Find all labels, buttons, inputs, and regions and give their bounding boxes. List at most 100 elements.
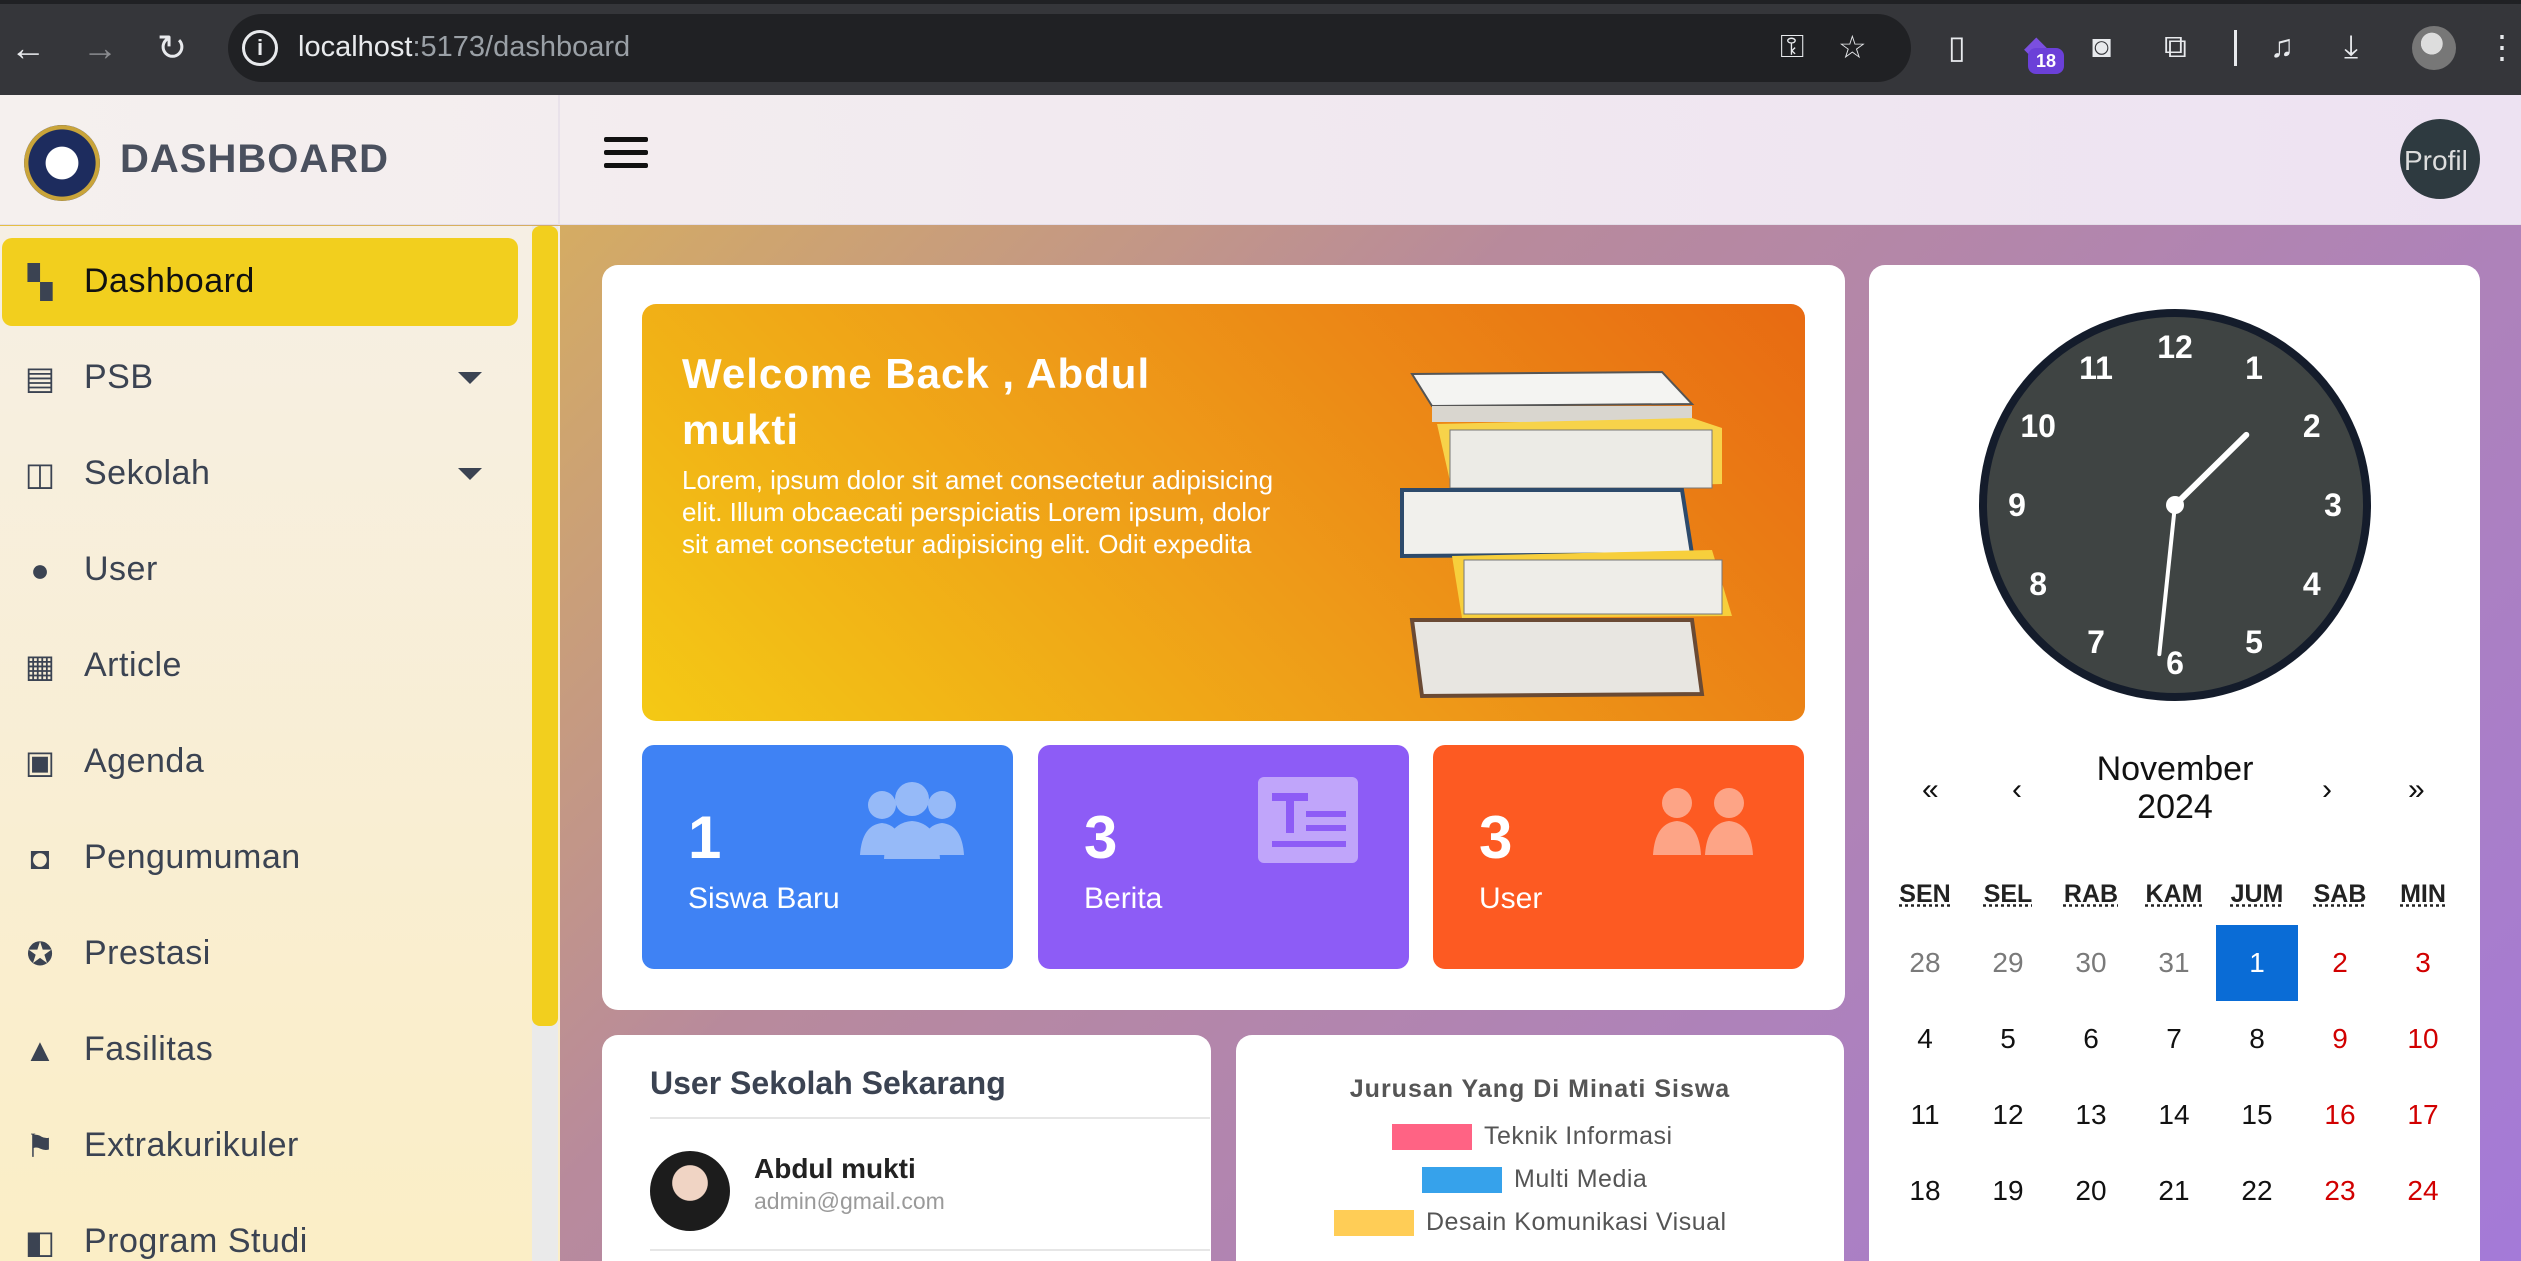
calendar-day[interactable]: 12 — [1967, 1077, 2049, 1153]
star-icon[interactable]: ☆ — [1838, 28, 1867, 66]
user-name: Abdul mukti — [754, 1153, 916, 1184]
calendar-day[interactable]: 29 — [1967, 925, 2049, 1001]
calendar-day[interactable]: 4 — [1884, 1001, 1966, 1077]
dashboard-icon: ▚ — [27, 264, 53, 300]
reload-icon[interactable]: ↻ — [150, 26, 194, 70]
calendar-day[interactable]: 2 — [2299, 925, 2381, 1001]
legend-label: Teknik Informasi — [1484, 1122, 1673, 1150]
calendar-day[interactable]: 14 — [2133, 1077, 2215, 1153]
sidebar-item-program-studi[interactable]: ◧ Program Studi — [2, 1198, 518, 1261]
book-icon: ▤ — [24, 360, 56, 396]
stat-value: 1 — [688, 804, 722, 871]
weekday-header: KAM — [2145, 880, 2203, 908]
person-icon: ● — [30, 552, 50, 588]
divider — [650, 1117, 1210, 1119]
calendar-day[interactable]: 22 — [2216, 1153, 2298, 1229]
url-text[interactable]: localhost:5173/dashboard — [298, 31, 630, 64]
calendar-day[interactable]: 8 — [2216, 1001, 2298, 1077]
stat-card-user[interactable]: 3 User — [1433, 745, 1804, 969]
stat-value: 3 — [1479, 804, 1513, 871]
key-icon[interactable]: ⚿ — [1780, 28, 1804, 66]
sidebar-item-agenda[interactable]: ▣ Agenda — [2, 718, 518, 806]
camera-icon[interactable]: ◙ — [2092, 28, 2111, 65]
sidebar-item-psb[interactable]: ▤ PSB — [2, 334, 518, 422]
legend-label: Desain Komunikasi Visual — [1426, 1208, 1727, 1236]
card-title: User Sekolah Sekarang — [650, 1065, 1006, 1101]
calendar-day[interactable]: 24 — [2382, 1153, 2464, 1229]
chart-title: Jurusan Yang Di Minati Siswa — [1349, 1075, 1731, 1103]
sidebar-item-extrakurikuler[interactable]: ⚑ Extrakurikuler — [2, 1102, 518, 1190]
sidebar-item-article[interactable]: ▦ Article — [2, 622, 518, 710]
stat-label: Siswa Baru — [688, 882, 840, 915]
weekday-header: SEN — [1899, 880, 1951, 908]
sidebar-item-pengumuman[interactable]: ◘ Pengumuman — [2, 814, 518, 902]
clock-number: 4 — [2303, 566, 2321, 602]
calendar-day[interactable]: 18 — [1884, 1153, 1966, 1229]
welcome-text: Lorem, ipsum dolor sit amet consectetur … — [682, 465, 1274, 559]
hamburger-menu-icon[interactable] — [604, 137, 648, 173]
calendar-day[interactable]: 11 — [1884, 1077, 1966, 1153]
calendar-day[interactable]: 9 — [2299, 1001, 2381, 1077]
clock-number: 12 — [2157, 329, 2193, 365]
sidebar-item-prestasi[interactable]: ✪ Prestasi — [2, 910, 518, 998]
sidebar-item-label: Pengumuman — [84, 838, 301, 876]
address-bar[interactable]: i localhost:5173/dashboard ⚿ ☆ — [228, 14, 1911, 82]
welcome-title: Welcome Back , Abdul mukti — [682, 350, 1151, 453]
sidebar-item-label: Fasilitas — [84, 1030, 214, 1068]
calendar-day[interactable]: 31 — [2133, 925, 2215, 1001]
calendar-day[interactable]: 1 — [2216, 925, 2298, 1001]
sidebar-item-user[interactable]: ● User — [2, 526, 518, 614]
sidebar-item-sekolah[interactable]: ◫ Sekolah — [2, 430, 518, 518]
legend-swatch — [1392, 1124, 1472, 1150]
sidebar-item-fasilitas[interactable]: ▲ Fasilitas — [2, 1006, 518, 1094]
extensions-puzzle-icon[interactable]: ⧉ — [2164, 28, 2187, 66]
legend-swatch — [1422, 1167, 1502, 1193]
weekday-header: JUM — [2230, 880, 2284, 908]
calendar-day[interactable]: 30 — [2050, 925, 2132, 1001]
calendar-day[interactable]: 23 — [2299, 1153, 2381, 1229]
calendar-month-label[interactable]: November 2024 — [2060, 750, 2290, 826]
sidebar-scrollbar-thumb[interactable] — [532, 226, 558, 1026]
sidebar-item-label: User — [84, 550, 158, 588]
user-email: admin@gmail.com — [754, 1188, 945, 1214]
sidebar-item-dashboard[interactable]: ▚ Dashboard — [2, 238, 518, 326]
calendar-day[interactable]: 15 — [2216, 1077, 2298, 1153]
calendar-day[interactable]: 5 — [1967, 1001, 2049, 1077]
stat-label: User — [1479, 882, 1543, 915]
site-info-icon[interactable]: i — [242, 30, 278, 66]
app-container: DASHBOARD Profil ▚ Dashboard ▤ PSB ◫ Sek… — [0, 95, 2521, 1261]
clock-number: 8 — [2029, 566, 2047, 602]
browser-profile-avatar[interactable] — [2412, 26, 2456, 70]
stat-card-berita[interactable]: 3 Berita — [1038, 745, 1409, 969]
media-icon[interactable]: ♫ — [2270, 28, 2294, 65]
calendar-day[interactable]: 7 — [2133, 1001, 2215, 1077]
profile-avatar[interactable]: Profil — [2400, 119, 2480, 199]
calendar-prev-year-button[interactable]: « — [1922, 773, 1939, 807]
calendar-day[interactable]: 13 — [2050, 1077, 2132, 1153]
extension-docs-icon[interactable]: ▯ — [1948, 28, 1966, 66]
sidebar-item-label: Program Studi — [84, 1222, 308, 1260]
user-avatar — [650, 1151, 730, 1231]
download-icon[interactable]: ⤓ — [2344, 28, 2358, 66]
calendar-day[interactable]: 21 — [2133, 1153, 2215, 1229]
calendar-day[interactable]: 19 — [1967, 1153, 2049, 1229]
users-group-icon — [860, 782, 964, 859]
back-icon[interactable]: ← — [6, 26, 50, 70]
calendar-prev-month-button[interactable]: ‹ — [2012, 773, 2022, 807]
calendar-day[interactable]: 20 — [2050, 1153, 2132, 1229]
calendar-day[interactable]: 16 — [2299, 1077, 2381, 1153]
calendar-day[interactable]: 17 — [2382, 1077, 2464, 1153]
stat-card-siswa-baru[interactable]: 1 Siswa Baru — [642, 745, 1013, 969]
calendar-day[interactable]: 6 — [2050, 1001, 2132, 1077]
open-book-icon: ◫ — [24, 456, 56, 492]
weekday-header: SEL — [1983, 880, 2033, 908]
calendar-day[interactable]: 10 — [2382, 1001, 2464, 1077]
calendar-day[interactable]: 3 — [2382, 925, 2464, 1001]
calendar-next-year-button[interactable]: » — [2408, 773, 2425, 807]
clock-number: 7 — [2087, 624, 2105, 660]
menu-kebab-icon[interactable]: ⋮ — [2486, 28, 2518, 66]
forward-icon[interactable]: → — [78, 26, 122, 70]
weekday-header: RAB — [2063, 880, 2119, 908]
calendar-day[interactable]: 28 — [1884, 925, 1966, 1001]
calendar-next-month-button[interactable]: › — [2322, 773, 2332, 807]
